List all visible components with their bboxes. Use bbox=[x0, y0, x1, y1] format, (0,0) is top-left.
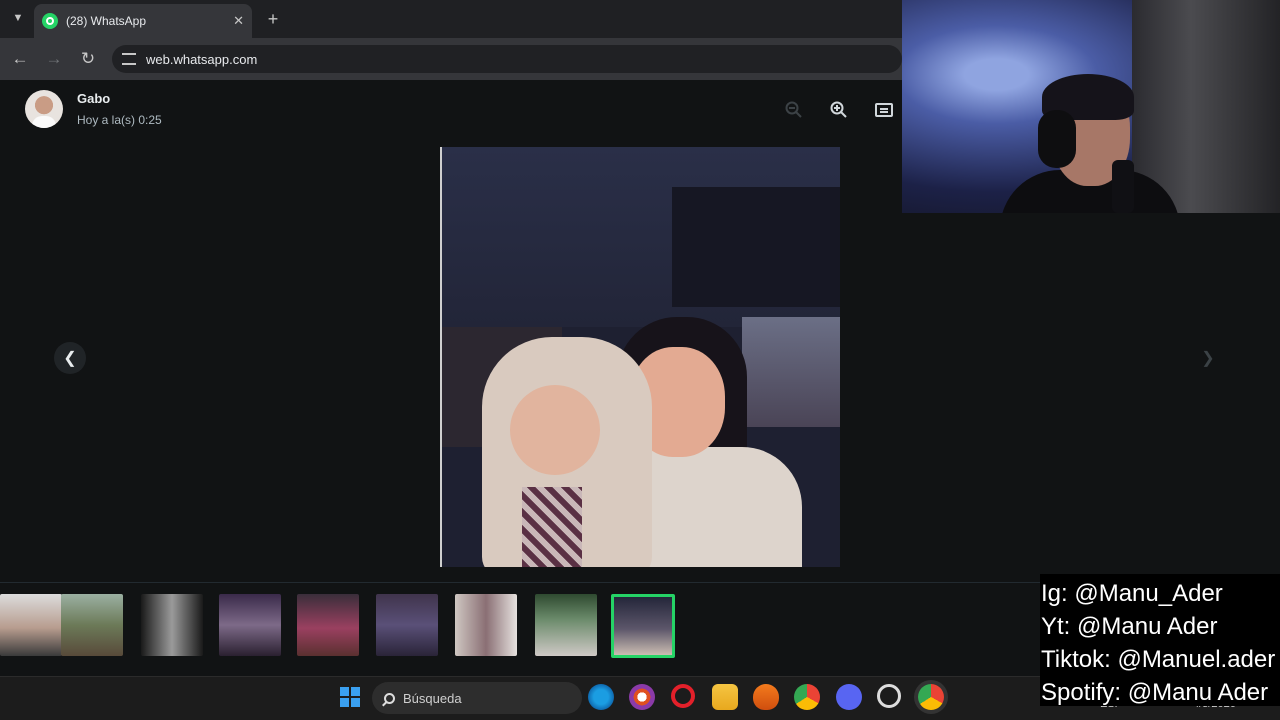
zoom-out-icon[interactable] bbox=[782, 98, 806, 122]
thumbnail[interactable] bbox=[61, 594, 123, 656]
edge-icon[interactable] bbox=[588, 684, 614, 710]
fl-studio-icon[interactable] bbox=[753, 684, 779, 710]
whatsapp-icon bbox=[42, 13, 58, 29]
media-photo bbox=[440, 147, 840, 567]
site-settings-icon[interactable] bbox=[122, 53, 136, 65]
avatar[interactable] bbox=[25, 90, 63, 128]
file-explorer-icon[interactable] bbox=[712, 684, 738, 710]
chrome-icon[interactable] bbox=[794, 684, 820, 710]
social-youtube: Yt: @Manu Ader bbox=[1041, 613, 1218, 640]
search-icon bbox=[384, 692, 395, 704]
tab-title: (28) WhatsApp bbox=[66, 14, 147, 28]
opera-icon[interactable] bbox=[671, 684, 695, 708]
social-instagram: Ig: @Manu_Ader bbox=[1041, 580, 1223, 607]
windows-start-icon[interactable] bbox=[337, 684, 363, 710]
thumbnail[interactable] bbox=[297, 594, 359, 656]
reload-icon[interactable]: ↻ bbox=[77, 48, 99, 70]
back-icon[interactable]: ← bbox=[9, 48, 31, 70]
firefox-icon[interactable] bbox=[629, 684, 655, 710]
thumbnail[interactable] bbox=[535, 594, 597, 656]
discord-icon[interactable] bbox=[836, 684, 862, 710]
thumbnail[interactable] bbox=[141, 594, 203, 656]
zoom-in-icon[interactable] bbox=[827, 98, 851, 122]
address-bar[interactable]: web.whatsapp.com bbox=[112, 45, 902, 73]
message-timestamp: Hoy a la(s) 0:25 bbox=[77, 113, 162, 127]
chrome-profile-icon[interactable] bbox=[918, 684, 944, 710]
taskbar-search[interactable]: Búsqueda bbox=[372, 682, 582, 714]
obs-icon[interactable] bbox=[877, 684, 901, 708]
social-spotify: Spotify: @Manu Ader bbox=[1041, 679, 1269, 706]
contact-name: Gabo bbox=[77, 91, 111, 106]
url-text: web.whatsapp.com bbox=[146, 51, 258, 67]
go-to-message-icon[interactable] bbox=[872, 98, 896, 122]
forward-icon[interactable]: → bbox=[43, 48, 65, 70]
next-media-chevron-right-icon[interactable]: ❯ bbox=[1192, 342, 1224, 374]
taskbar-search-label: Búsqueda bbox=[403, 690, 462, 706]
social-handles-overlay: Ig: @Manu_Ader Yt: @Manu Ader Tiktok: @M… bbox=[1040, 574, 1280, 706]
thumbnail[interactable] bbox=[0, 594, 62, 656]
thumbnail[interactable] bbox=[219, 594, 281, 656]
social-tiktok: Tiktok: @Manuel.ader bbox=[1041, 646, 1276, 673]
browser-tab-whatsapp[interactable]: (28) WhatsApp ✕ bbox=[34, 4, 252, 38]
previous-media-chevron-left-icon[interactable]: ❮ bbox=[54, 342, 86, 374]
tab-search-chevron-icon[interactable]: ▼ bbox=[8, 8, 28, 28]
new-tab-plus-icon[interactable]: + bbox=[262, 8, 284, 30]
thumbnail-active[interactable] bbox=[611, 594, 675, 658]
webcam-overlay bbox=[902, 0, 1280, 213]
close-icon[interactable]: ✕ bbox=[233, 13, 244, 29]
thumbnail[interactable] bbox=[455, 594, 517, 656]
thumbnail[interactable] bbox=[376, 594, 438, 656]
